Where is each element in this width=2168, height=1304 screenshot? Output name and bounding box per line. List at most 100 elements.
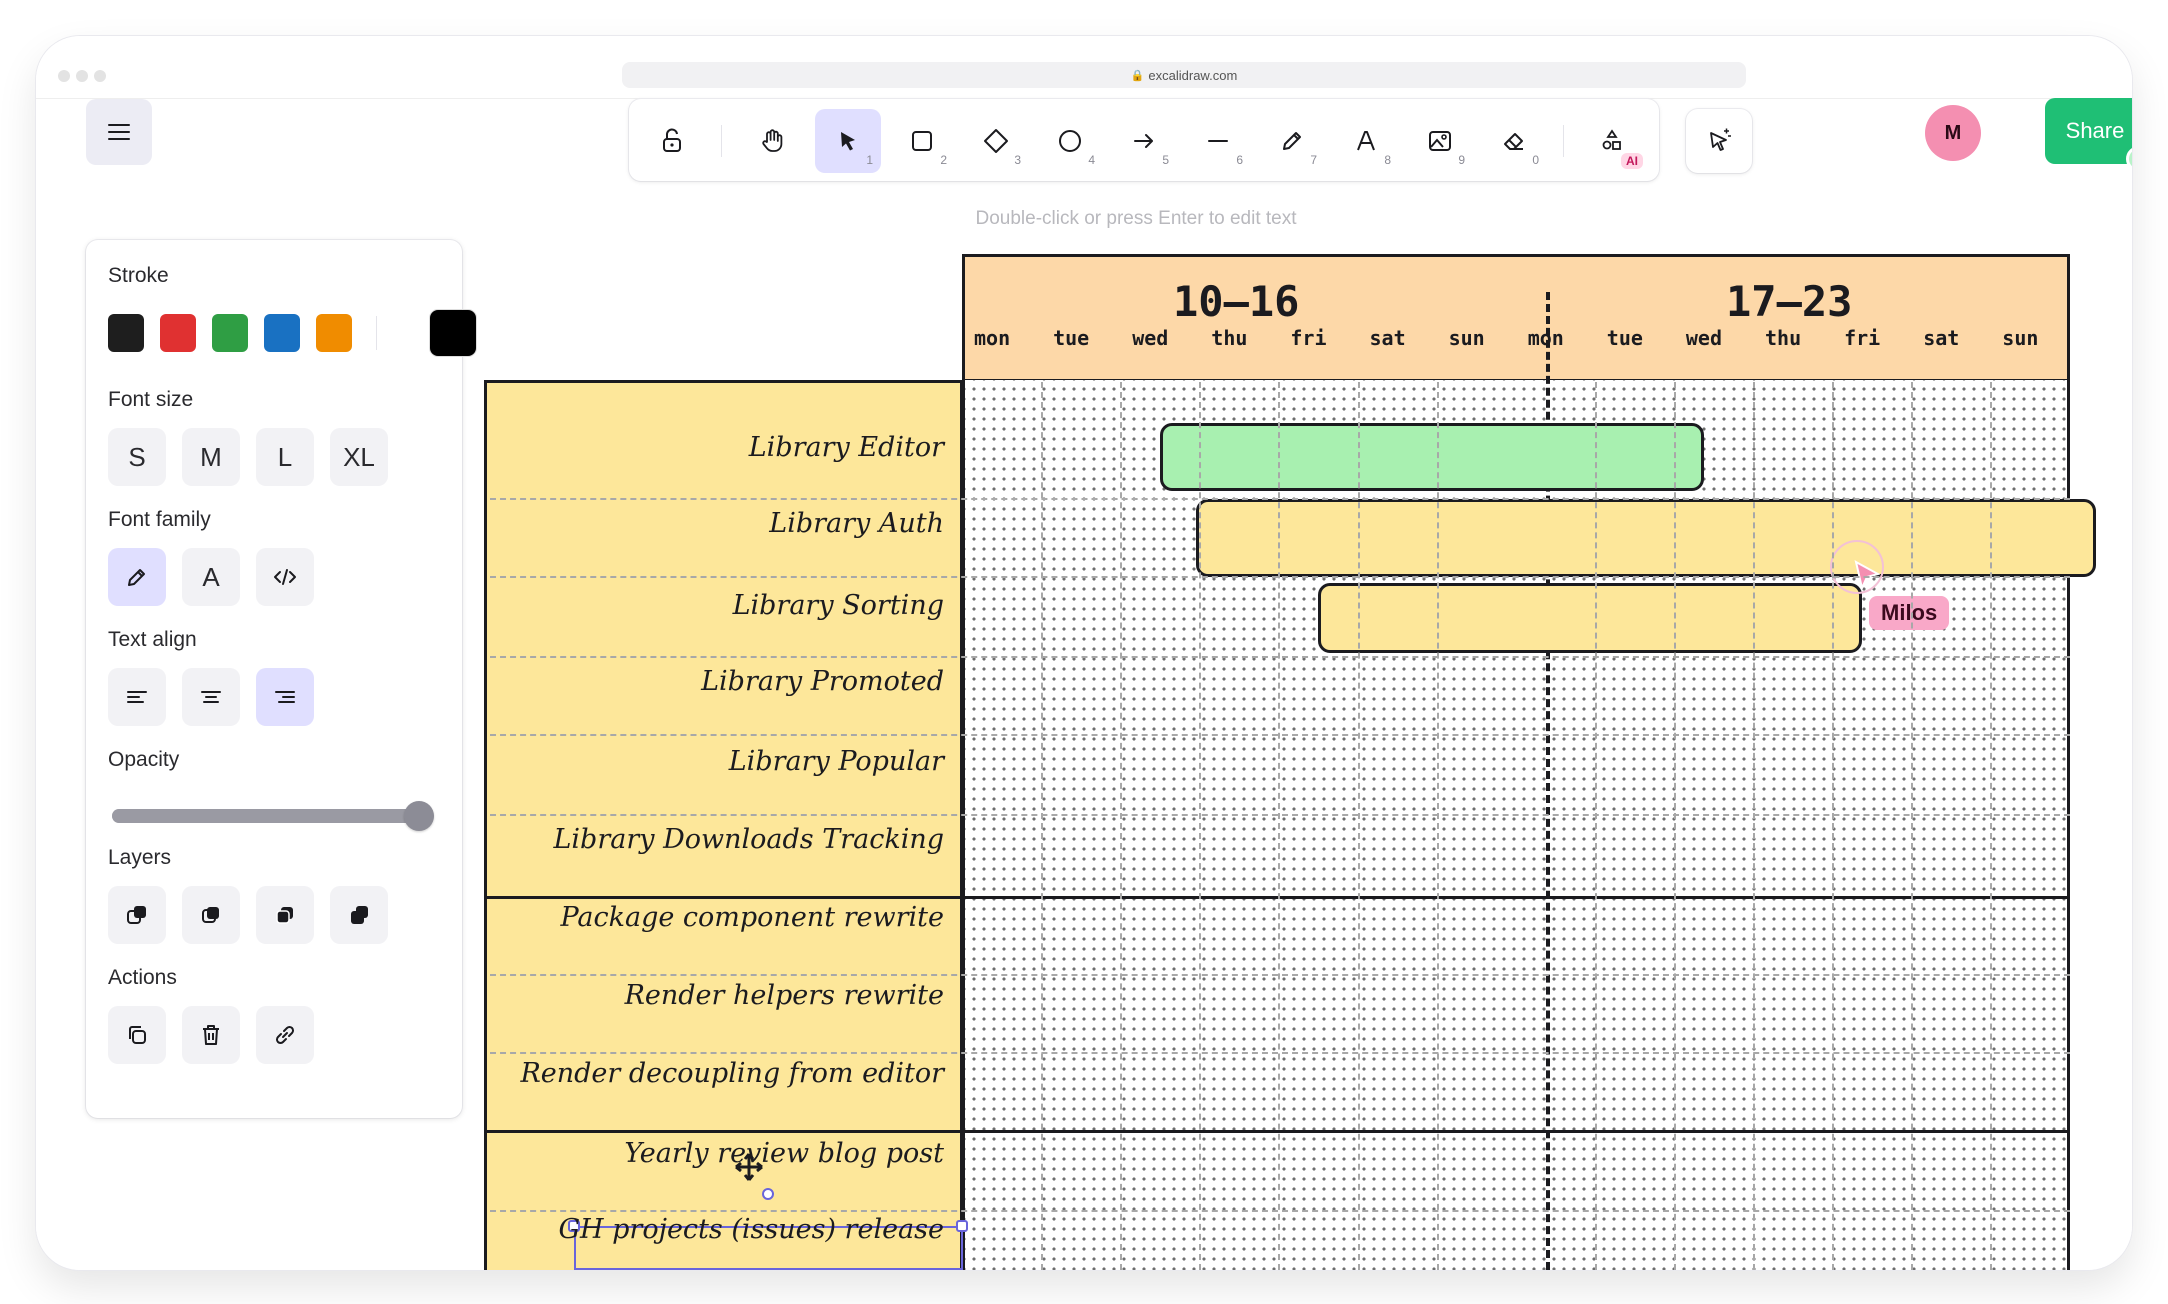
draw-tool[interactable]: 7 — [1259, 109, 1325, 173]
laser-pointer-tool[interactable] — [1686, 109, 1752, 173]
day-gridline — [1594, 382, 1597, 1270]
line-tool[interactable]: 6 — [1185, 109, 1251, 173]
day-gridline — [1041, 382, 1044, 1270]
row-gridline — [490, 498, 2070, 500]
opacity-slider-thumb[interactable] — [404, 801, 434, 831]
diamond-tool[interactable]: 3 — [963, 109, 1029, 173]
tool-key: 9 — [1458, 153, 1465, 167]
more-shapes-tool[interactable]: AI — [1579, 109, 1645, 173]
shapes-icon — [1602, 129, 1621, 150]
font-family-code[interactable] — [256, 548, 314, 606]
row-gridline — [490, 814, 2070, 816]
swatch-separator — [376, 316, 377, 350]
stroke-swatch-blue[interactable] — [264, 314, 300, 352]
row-gridline — [490, 656, 2070, 658]
font-family-hand-drawn[interactable] — [108, 548, 166, 606]
link-button[interactable] — [256, 1006, 314, 1064]
actions-label: Actions — [108, 966, 177, 989]
font-family-label: Font family — [108, 508, 211, 531]
browser-window: 🔒 excalidraw.com 10–16 17–23 Milos mon t… — [36, 36, 2132, 1270]
send-to-back-icon — [127, 906, 146, 924]
bring-forward-icon — [276, 907, 293, 924]
tool-key: 8 — [1384, 153, 1391, 167]
main-menu-button[interactable] — [86, 99, 152, 165]
code-icon — [274, 569, 296, 585]
image-tool[interactable]: 9 — [1407, 109, 1473, 173]
selection-tool[interactable]: 1 — [815, 109, 881, 173]
day-label: thu — [1211, 326, 1248, 350]
task-label[interactable]: Library Promoted — [500, 666, 944, 697]
collaborator-name-tag: Milos — [1869, 596, 1950, 630]
font-size-l[interactable]: L — [256, 428, 314, 486]
duplicate-button[interactable] — [108, 1006, 166, 1064]
trash-icon — [203, 1025, 219, 1045]
eraser-tool[interactable]: 0 — [1481, 109, 1547, 173]
align-left-button[interactable] — [108, 668, 166, 726]
task-label[interactable]: Yearly review blog post — [500, 1138, 944, 1169]
share-button[interactable]: Share — [2045, 98, 2132, 164]
tool-key: 3 — [1014, 153, 1021, 167]
day-gridline — [1990, 382, 1993, 1270]
text-tool[interactable]: 8 — [1333, 109, 1399, 173]
ai-badge: AI — [1621, 153, 1643, 169]
task-bar-library-auth[interactable] — [1196, 499, 2096, 577]
arrow-tool[interactable]: 5 — [1111, 109, 1177, 173]
row-gridline — [490, 1052, 2070, 1054]
font-family-normal[interactable]: A — [182, 548, 240, 606]
day-label: thu — [1765, 326, 1802, 350]
task-label[interactable]: Library Editor — [500, 432, 944, 463]
toolbar-separator — [1563, 125, 1564, 157]
row-gridline — [490, 1210, 2070, 1212]
day-gridline — [1357, 382, 1360, 1270]
lock-tool[interactable] — [639, 109, 705, 173]
align-right-button[interactable] — [256, 668, 314, 726]
stroke-swatch-green[interactable] — [212, 314, 248, 352]
tool-key: 5 — [1162, 153, 1169, 167]
delete-button[interactable] — [182, 1006, 240, 1064]
task-label[interactable]: Render decoupling from editor — [500, 1058, 944, 1089]
font-size-s[interactable]: S — [108, 428, 166, 486]
pencil-icon — [128, 569, 145, 586]
day-label: sun — [2002, 326, 2039, 350]
hand-tool[interactable] — [739, 109, 805, 173]
send-to-back-button[interactable] — [108, 886, 166, 944]
stroke-swatch-orange[interactable] — [316, 314, 352, 352]
layers-label: Layers — [108, 846, 172, 869]
task-label[interactable]: Library Popular — [500, 746, 944, 777]
stroke-swatch-red[interactable] — [160, 314, 196, 352]
resize-handle[interactable] — [956, 1220, 968, 1232]
bring-forward-button[interactable] — [256, 886, 314, 944]
tool-key: 4 — [1088, 153, 1095, 167]
day-gridline — [1832, 382, 1835, 1270]
duplicate-icon — [129, 1026, 146, 1044]
shape-toolbar: 1 2 3 4 5 6 7 8 9 0 AI — [629, 99, 1659, 181]
bring-to-front-button[interactable] — [330, 886, 388, 944]
ellipse-tool[interactable]: 4 — [1037, 109, 1103, 173]
task-label[interactable]: Library Auth — [500, 508, 944, 539]
stroke-swatch-black[interactable] — [108, 314, 144, 352]
task-label[interactable]: Library Downloads Tracking — [500, 824, 944, 855]
day-label: sat — [1923, 326, 1960, 350]
task-label[interactable]: Package component rewrite — [500, 902, 944, 933]
align-center-button[interactable] — [182, 668, 240, 726]
collaborator-cursor-icon — [1854, 560, 1880, 590]
rectangle-tool[interactable]: 2 — [889, 109, 955, 173]
task-label[interactable]: Render helpers rewrite — [500, 980, 944, 1011]
send-backward-button[interactable] — [182, 886, 240, 944]
day-gridline — [1911, 382, 1914, 1270]
text-align-label: Text align — [108, 628, 197, 651]
day-gridline — [1199, 382, 1202, 1270]
task-label[interactable]: GH projects (issues) release — [500, 1214, 944, 1245]
current-stroke-color[interactable] — [430, 310, 476, 356]
day-gridline — [1120, 382, 1123, 1270]
task-bar-library-editor[interactable] — [1160, 423, 1704, 491]
user-avatar[interactable]: M — [1925, 105, 1981, 161]
task-bar-library-sorting[interactable] — [1318, 583, 1862, 653]
font-size-m[interactable]: M — [182, 428, 240, 486]
rotate-handle[interactable] — [762, 1188, 774, 1200]
week-header[interactable]: 10–16 17–23 — [962, 254, 2070, 382]
task-label[interactable]: Library Sorting — [500, 590, 944, 621]
tool-key: 0 — [1532, 153, 1539, 167]
font-size-xl[interactable]: XL — [330, 428, 388, 486]
opacity-slider[interactable] — [112, 801, 434, 831]
